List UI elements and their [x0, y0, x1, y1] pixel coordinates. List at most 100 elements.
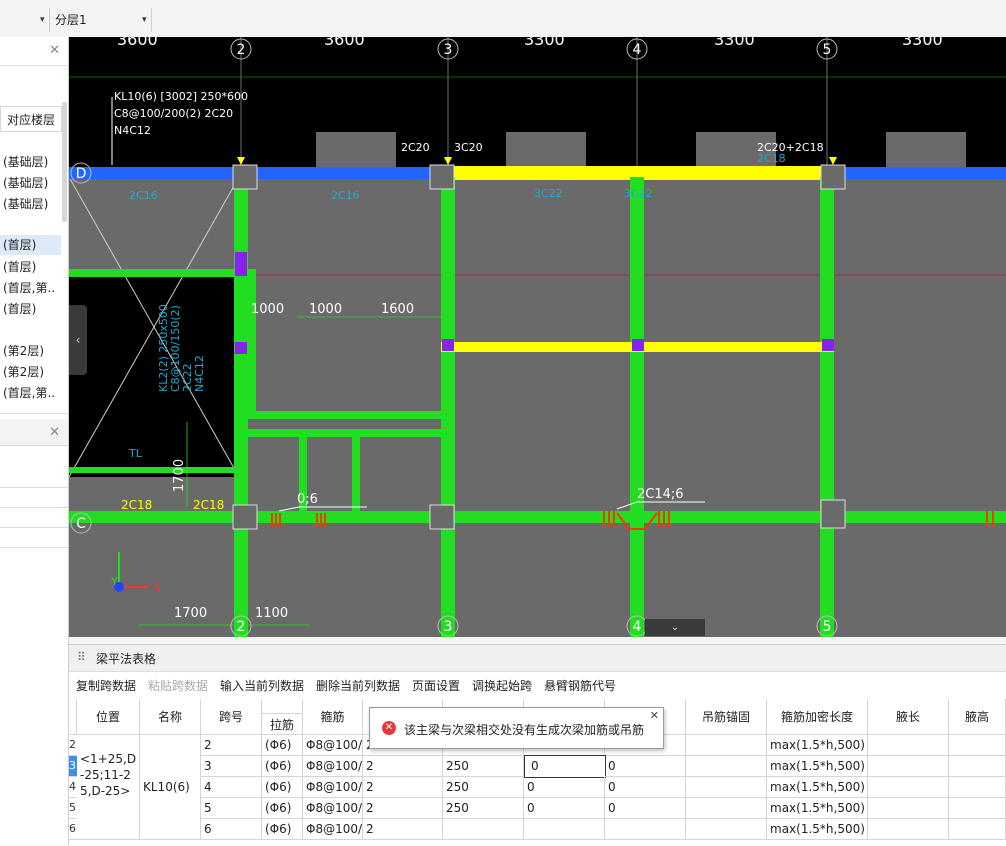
- cell-tie[interactable]: (Φ6): [262, 798, 303, 819]
- swap-start-span-button[interactable]: 调换起始跨: [472, 677, 532, 694]
- cell-hanger-anchor[interactable]: [686, 735, 767, 756]
- cell-limb[interactable]: 2: [363, 756, 443, 777]
- floor-panel-scrollbar[interactable]: [62, 102, 67, 222]
- cantilever-rebar-code-button[interactable]: 悬臂钢筋代号: [544, 677, 616, 694]
- expand-bottom-panel-button[interactable]: ⌄: [645, 619, 705, 636]
- cell-haunch-length[interactable]: [868, 798, 949, 819]
- floor-item[interactable]: (首层): [0, 257, 61, 277]
- floor-item[interactable]: (基础层): [0, 173, 61, 193]
- cell-dense-length[interactable]: max(1.5*h,500): [767, 735, 868, 756]
- column[interactable]: [820, 164, 846, 190]
- header-position[interactable]: 位置: [77, 699, 140, 735]
- header-dense-length[interactable]: 箍筋加密长度: [767, 699, 868, 735]
- cell-limb[interactable]: 2: [363, 798, 443, 819]
- cell-width[interactable]: 250: [443, 798, 524, 819]
- cell-limb[interactable]: 2: [363, 819, 443, 840]
- paste-span-button[interactable]: 粘贴跨数据: [148, 677, 208, 694]
- cell-hanger[interactable]: [524, 819, 605, 840]
- cell-haunch-length[interactable]: [868, 735, 949, 756]
- header-hanger-anchor[interactable]: 吊筋锚固: [686, 699, 767, 735]
- input-column-button[interactable]: 输入当前列数据: [220, 677, 304, 694]
- beam-c[interactable]: [69, 511, 1006, 523]
- cad-canvas[interactable]: 3600 3600 3300 3300 3300 2 3 4 5 2 3 4 5…: [69, 37, 1006, 637]
- column[interactable]: [232, 504, 258, 530]
- cell-tie[interactable]: (Φ6): [262, 819, 303, 840]
- beam-axis-3[interactable]: [441, 177, 455, 637]
- cell-span[interactable]: 3: [201, 756, 262, 777]
- header-haunch-length[interactable]: 腋长: [868, 699, 949, 735]
- cell-hanger-anchor[interactable]: [686, 798, 767, 819]
- cell-dense-length[interactable]: max(1.5*h,500): [767, 777, 868, 798]
- row-header[interactable]: 2: [69, 735, 77, 756]
- cell-haunch-length[interactable]: [868, 777, 949, 798]
- header-span[interactable]: 跨号: [201, 699, 262, 735]
- layer-select-caret-icon[interactable]: ▾: [142, 10, 147, 30]
- cell-hanger[interactable]: 0: [524, 777, 605, 798]
- cell-haunch-length[interactable]: [868, 819, 949, 840]
- cell-span[interactable]: 2: [201, 735, 262, 756]
- column[interactable]: [429, 164, 455, 190]
- page-setup-button[interactable]: 页面设置: [412, 677, 460, 694]
- cell-width[interactable]: 250: [443, 756, 524, 777]
- cell-dense-length[interactable]: max(1.5*h,500): [767, 819, 868, 840]
- beam-axis-2[interactable]: [234, 177, 248, 637]
- cell-limb[interactable]: 2: [363, 777, 443, 798]
- column[interactable]: [820, 499, 846, 529]
- copy-span-button[interactable]: 复制跨数据: [76, 677, 136, 694]
- second-panel-close-icon[interactable]: ✕: [49, 425, 60, 440]
- cell-hanger2[interactable]: 0: [605, 798, 686, 819]
- left-dropdown-caret-icon[interactable]: ▾: [40, 10, 45, 30]
- column[interactable]: [232, 164, 258, 190]
- cell-stirrup[interactable]: Φ8@100/: [303, 777, 363, 798]
- floor-item-selected[interactable]: (首层): [0, 235, 61, 255]
- secondary-beam[interactable]: [248, 269, 256, 419]
- header-haunch-height[interactable]: 腋高: [949, 699, 1006, 735]
- cell-haunch-height[interactable]: [949, 819, 1006, 840]
- cell-haunch-height[interactable]: [949, 777, 1006, 798]
- floor-item[interactable]: (基础层): [0, 152, 61, 172]
- cell-hanger-anchor[interactable]: [686, 819, 767, 840]
- secondary-beam[interactable]: [69, 269, 234, 277]
- cell-stirrup[interactable]: Φ8@100/: [303, 735, 363, 756]
- delete-column-button[interactable]: 删除当前列数据: [316, 677, 400, 694]
- cell-dense-length[interactable]: max(1.5*h,500): [767, 756, 868, 777]
- active-cell-value[interactable]: 0: [528, 756, 598, 777]
- row-header[interactable]: 4: [69, 777, 77, 798]
- beam-axis-4[interactable]: [630, 177, 644, 637]
- cell-haunch-height[interactable]: [949, 798, 1006, 819]
- cell-tie[interactable]: (Φ6): [262, 777, 303, 798]
- cell-tie[interactable]: (Φ6): [262, 756, 303, 777]
- cell-hanger-anchor[interactable]: [686, 756, 767, 777]
- row-header[interactable]: 5: [69, 798, 77, 819]
- cell-hanger[interactable]: 0: [524, 798, 605, 819]
- cell-stirrup[interactable]: Φ8@100/: [303, 819, 363, 840]
- cell-stirrup[interactable]: Φ8@100/: [303, 756, 363, 777]
- cell-hanger2[interactable]: [605, 819, 686, 840]
- cell-span[interactable]: 4: [201, 777, 262, 798]
- row-header-selected[interactable]: 3: [69, 756, 77, 777]
- floor-item[interactable]: (基础层): [0, 194, 61, 214]
- secondary-beam[interactable]: [248, 411, 441, 419]
- column[interactable]: [429, 504, 455, 530]
- floor-item[interactable]: (第2层): [0, 362, 61, 382]
- secondary-beam[interactable]: [352, 429, 360, 519]
- floor-column-header[interactable]: 对应楼层: [0, 106, 62, 132]
- cell-dense-length[interactable]: max(1.5*h,500): [767, 798, 868, 819]
- drawing-svg[interactable]: 3600 3600 3300 3300 3300 2 3 4 5 2 3 4 5…: [69, 37, 1006, 637]
- floor-item[interactable]: (第2层): [0, 341, 61, 361]
- cell-haunch-height[interactable]: [949, 735, 1006, 756]
- floor-panel-close-icon[interactable]: ✕: [49, 43, 60, 58]
- drag-grip-icon[interactable]: ⠿: [77, 650, 86, 664]
- cell-hanger-anchor[interactable]: [686, 777, 767, 798]
- tooltip-close-icon[interactable]: ✕: [650, 709, 659, 722]
- cell-hanger2[interactable]: 0: [605, 756, 686, 777]
- header-stirrup[interactable]: 箍筋: [303, 699, 363, 735]
- header-name[interactable]: 名称: [140, 699, 201, 735]
- cell-stirrup[interactable]: Φ8@100/: [303, 798, 363, 819]
- cell-hanger2[interactable]: 0: [605, 777, 686, 798]
- cell-span[interactable]: 5: [201, 798, 262, 819]
- cell-name-merged[interactable]: KL10(6): [140, 735, 201, 840]
- cell-width[interactable]: 250: [443, 777, 524, 798]
- cell-haunch-height[interactable]: [949, 756, 1006, 777]
- cell-span[interactable]: 6: [201, 819, 262, 840]
